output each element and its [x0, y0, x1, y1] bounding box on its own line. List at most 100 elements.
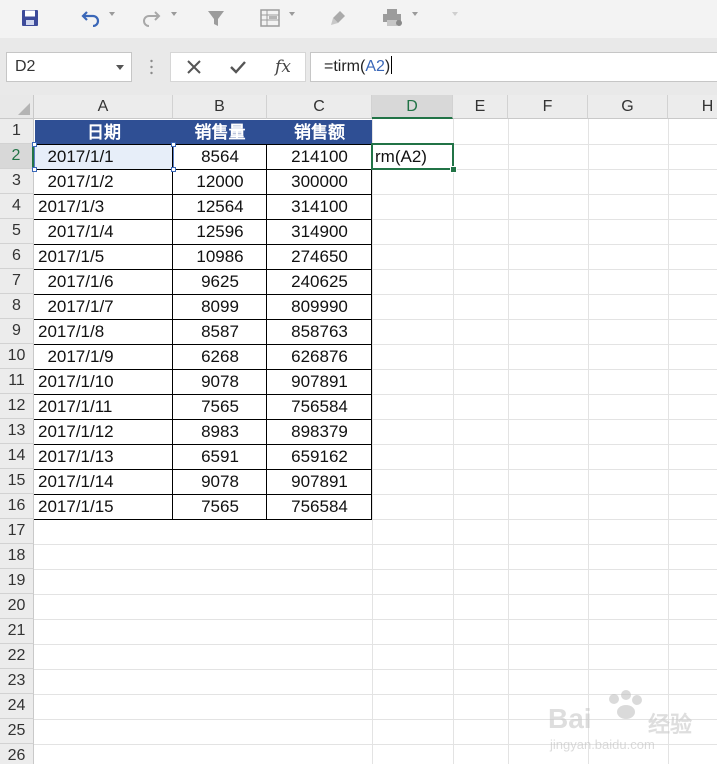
row-header[interactable]: 7	[0, 269, 34, 294]
name-box[interactable]: D2	[6, 52, 132, 82]
column-header-g[interactable]: G	[588, 95, 668, 119]
quantity-cell[interactable]: 7565	[173, 394, 267, 419]
date-cell[interactable]: 2017/1/6	[38, 269, 172, 294]
selection-handle[interactable]	[171, 142, 176, 147]
amount-cell[interactable]: 314900	[267, 219, 372, 244]
amount-cell[interactable]: 240625	[267, 269, 372, 294]
row-header[interactable]: 15	[0, 469, 34, 494]
quantity-cell[interactable]: 8564	[173, 144, 267, 169]
amount-cell[interactable]: 858763	[267, 319, 372, 344]
date-cell[interactable]: 2017/1/5	[38, 244, 172, 269]
amount-cell[interactable]: 659162	[267, 444, 372, 469]
date-cell[interactable]: 2017/1/15	[38, 494, 172, 519]
fill-handle[interactable]	[450, 166, 457, 173]
date-cell[interactable]: 2017/1/10	[38, 369, 172, 394]
column-header-c[interactable]: C	[267, 95, 372, 119]
customize-toolbar-icon[interactable]	[452, 12, 458, 16]
quantity-cell[interactable]: 9625	[173, 269, 267, 294]
row-header[interactable]: 14	[0, 444, 34, 469]
table-format-icon[interactable]	[258, 7, 282, 29]
filter-icon[interactable]	[204, 7, 228, 29]
quantity-cell[interactable]: 8587	[173, 319, 267, 344]
amount-cell[interactable]: 907891	[267, 369, 372, 394]
row-header[interactable]: 10	[0, 344, 34, 369]
row-header[interactable]: 17	[0, 519, 34, 544]
amount-cell[interactable]: 314100	[267, 194, 372, 219]
row-header[interactable]: 6	[0, 244, 34, 269]
quantity-cell[interactable]: 8983	[173, 419, 267, 444]
worksheet-grid[interactable]: A B C D E F G H 1 2 3 4 5 6 7 8 9 10 11 …	[0, 95, 717, 764]
amount-cell[interactable]: 274650	[267, 244, 372, 269]
row-header[interactable]: 13	[0, 419, 34, 444]
quantity-cell[interactable]: 6268	[173, 344, 267, 369]
row-header[interactable]: 11	[0, 369, 34, 394]
date-cell[interactable]: 2017/1/12	[38, 419, 172, 444]
selection-handle[interactable]	[32, 167, 37, 172]
selection-handle[interactable]	[171, 167, 176, 172]
row-header[interactable]: 12	[0, 394, 34, 419]
date-cell[interactable]: 2017/1/7	[38, 294, 172, 319]
format-painter-icon[interactable]	[326, 7, 350, 29]
date-cell[interactable]: 2017/1/9	[38, 344, 172, 369]
amount-cell[interactable]: 756584	[267, 394, 372, 419]
row-header[interactable]: 22	[0, 644, 34, 669]
row-header[interactable]: 16	[0, 494, 34, 519]
row-header[interactable]: 9	[0, 319, 34, 344]
formula-input[interactable]: =tirm(A2)	[310, 52, 717, 82]
date-cell[interactable]: 2017/1/13	[38, 444, 172, 469]
amount-cell[interactable]: 756584	[267, 494, 372, 519]
quantity-cell[interactable]: 6591	[173, 444, 267, 469]
quantity-cell[interactable]: 12000	[173, 169, 267, 194]
save-icon[interactable]	[18, 7, 42, 29]
amount-cell[interactable]: 907891	[267, 469, 372, 494]
row-header[interactable]: 2	[0, 144, 34, 169]
column-header-a[interactable]: A	[34, 95, 173, 119]
amount-cell[interactable]: 626876	[267, 344, 372, 369]
row-header[interactable]: 25	[0, 719, 34, 744]
header-cell-amount[interactable]: 销售额	[267, 120, 372, 145]
undo-dropdown-icon[interactable]	[109, 12, 115, 16]
row-header[interactable]: 20	[0, 594, 34, 619]
column-header-b[interactable]: B	[173, 95, 267, 119]
quantity-cell[interactable]: 9078	[173, 369, 267, 394]
header-cell-quantity[interactable]: 销售量	[173, 120, 267, 145]
name-box-dropdown-icon[interactable]	[116, 65, 124, 70]
date-cell[interactable]: 2017/1/11	[38, 394, 172, 419]
cancel-button[interactable]	[174, 53, 214, 81]
table-format-dropdown-icon[interactable]	[289, 12, 295, 16]
row-header[interactable]: 21	[0, 619, 34, 644]
selection-handle[interactable]	[32, 142, 37, 147]
undo-icon[interactable]	[78, 7, 104, 29]
select-all-button[interactable]	[0, 95, 34, 119]
date-cell[interactable]: 2017/1/2	[38, 169, 172, 194]
date-cell[interactable]: 2017/1/8	[38, 319, 172, 344]
quantity-cell[interactable]: 9078	[173, 469, 267, 494]
row-header[interactable]: 8	[0, 294, 34, 319]
quantity-cell[interactable]: 7565	[173, 494, 267, 519]
row-header[interactable]: 1	[0, 119, 34, 144]
date-cell[interactable]: 2017/1/1	[38, 144, 172, 169]
quantity-cell[interactable]: 8099	[173, 294, 267, 319]
formula-bar-grip-icon[interactable]	[150, 59, 153, 75]
column-header-f[interactable]: F	[508, 95, 588, 119]
row-header[interactable]: 26	[0, 744, 34, 764]
amount-cell[interactable]: 300000	[267, 169, 372, 194]
row-header[interactable]: 19	[0, 569, 34, 594]
quantity-cell[interactable]: 10986	[173, 244, 267, 269]
redo-dropdown-icon[interactable]	[171, 12, 177, 16]
column-header-h[interactable]: H	[668, 95, 717, 119]
amount-cell[interactable]: 809990	[267, 294, 372, 319]
printer-settings-icon[interactable]	[380, 7, 406, 29]
amount-cell[interactable]: 898379	[267, 419, 372, 444]
row-header[interactable]: 3	[0, 169, 34, 194]
printer-dropdown-icon[interactable]	[412, 12, 418, 16]
date-cell[interactable]: 2017/1/14	[38, 469, 172, 494]
date-cell[interactable]: 2017/1/3	[38, 194, 172, 219]
column-header-e[interactable]: E	[453, 95, 508, 119]
quantity-cell[interactable]: 12564	[173, 194, 267, 219]
enter-button[interactable]	[218, 53, 258, 81]
column-header-d[interactable]: D	[372, 95, 453, 119]
row-header[interactable]: 23	[0, 669, 34, 694]
quantity-cell[interactable]: 12596	[173, 219, 267, 244]
redo-icon[interactable]	[138, 7, 164, 29]
